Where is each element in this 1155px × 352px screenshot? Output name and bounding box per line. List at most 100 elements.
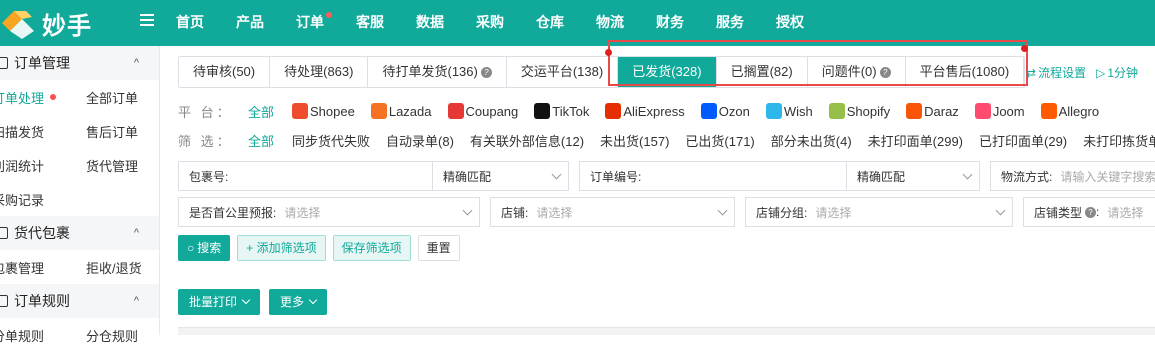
sidebar-item[interactable]: 订单处理 — [0, 88, 86, 107]
sidebar-item[interactable]: 售后订单 — [86, 122, 156, 141]
status-tab[interactable]: 待处理(863) — [270, 57, 369, 87]
bulk-print-button[interactable]: 批量打印 — [178, 289, 261, 315]
nav-item-label: 仓库 — [536, 14, 564, 30]
nav-item[interactable]: 客服 — [340, 0, 400, 46]
nav-item[interactable]: 产品 — [220, 0, 280, 46]
help-icon[interactable]: ? — [480, 67, 492, 78]
sidebar-item[interactable]: 采购记录 — [0, 190, 86, 209]
tab-links: ⇄ 流程设置 ▷ 1分钟 — [1016, 56, 1138, 88]
platform-option[interactable]: Shopee — [292, 103, 355, 119]
sidebar-item[interactable]: 分仓规则 — [86, 326, 156, 345]
reset-button[interactable]: 重置 — [417, 235, 460, 261]
sidebar-item[interactable]: 货代管理 — [86, 156, 156, 175]
platform-option-label: Coupang — [465, 103, 519, 119]
store-group-select[interactable]: 店铺分组: 请选择 — [745, 197, 1013, 227]
platform-filter-label: 平 台： — [178, 104, 233, 120]
menu-toggle-icon[interactable] — [140, 14, 154, 28]
platform-option[interactable]: Allegro — [1040, 103, 1100, 119]
platform-logo-icon — [370, 103, 387, 119]
annotation-dot — [605, 49, 612, 56]
sidebar-group[interactable]: 订单规则 ^ — [0, 284, 159, 318]
brand-logo[interactable]: 妙手 — [0, 4, 92, 42]
platform-option[interactable]: AliExpress — [605, 103, 685, 119]
platform-option-label: Shopee — [310, 103, 355, 119]
store-type-select[interactable]: 店铺类型?: 请选择 — [1023, 197, 1155, 227]
status-option[interactable]: 有关联外部信息(12) — [470, 131, 584, 150]
platform-logo-icon — [974, 103, 991, 119]
platform-option[interactable]: TikTok — [534, 103, 589, 119]
tab-label: 待审核(50) — [193, 64, 256, 79]
table-header — [178, 327, 1155, 335]
tab-label: 交运平台(138) — [520, 64, 604, 79]
sidebar-group[interactable]: 订单管理 ^ — [0, 46, 159, 80]
sidebar-item[interactable]: 拒收/退货 — [86, 258, 156, 277]
platform-option[interactable]: Shopify — [828, 103, 890, 119]
sidebar-item[interactable]: 扫描发货 — [0, 122, 86, 141]
status-option[interactable]: 部分未出货(4) — [771, 131, 852, 150]
platform-logo-icon — [534, 103, 551, 119]
status-tab[interactable]: 交运平台(138) — [506, 57, 619, 87]
status-tab[interactable]: 待审核(50) — [179, 57, 271, 87]
sidebar-group[interactable]: 货代包裹 ^ — [0, 216, 159, 250]
tab-label: 待处理(863) — [284, 64, 354, 79]
platform-logo-icon — [700, 103, 717, 119]
sidebar-item[interactable]: 分单规则 — [0, 326, 86, 345]
package-match-select[interactable]: 精确匹配 — [433, 161, 569, 191]
sidebar-item[interactable]: 利润统计 — [0, 156, 86, 175]
annotation-dot — [1021, 45, 1028, 52]
status-option[interactable]: 未打印拣货单 — [1083, 131, 1155, 150]
sidebar-group-title: 货代包裹 — [14, 225, 70, 241]
save-filter-button[interactable]: 保存筛选项 — [332, 235, 411, 261]
order-no-input[interactable]: 订单编号: — [579, 161, 847, 191]
bulk-actions: 批量打印 更多 — [178, 289, 328, 315]
status-option[interactable]: 同步货代失败 — [292, 131, 370, 150]
nav-item[interactable]: 订单 — [280, 0, 340, 46]
sidebar-item[interactable]: 全部订单 — [86, 88, 156, 107]
platform-logo-icon — [605, 103, 622, 119]
nav-item[interactable]: 仓库 — [520, 0, 580, 46]
platform-option-label: Ozon — [718, 103, 750, 119]
platform-option[interactable]: Ozon — [700, 103, 750, 119]
flow-settings-link[interactable]: ⇄ 流程设置 — [1026, 64, 1086, 81]
nav-item-label: 首页 — [176, 14, 204, 30]
status-option[interactable]: 未打印面单(299) — [868, 131, 963, 150]
sidebar-row: 扫描发货售后订单 — [0, 114, 159, 148]
more-button[interactable]: 更多 — [269, 289, 328, 315]
sidebar-item[interactable]: 包裹管理 — [0, 258, 86, 277]
package-no-input[interactable]: 包裹号: — [178, 161, 433, 191]
platform-option-label: Allegro — [1058, 103, 1100, 119]
status-option[interactable]: 自动录单(8) — [386, 131, 454, 150]
nav-item[interactable]: 数据 — [400, 0, 460, 46]
search-icon: ○ — [187, 241, 195, 255]
status-option[interactable]: 全部 — [248, 131, 274, 150]
search-button[interactable]: ○ 搜索 — [178, 235, 231, 261]
platform-option[interactable]: Daraz — [906, 103, 959, 119]
status-option[interactable]: 已打印面单(29) — [979, 131, 1067, 150]
platform-option-label: AliExpress — [623, 103, 685, 119]
status-option[interactable]: 未出货(157) — [600, 131, 669, 150]
first-mile-select[interactable]: 是否首公里预报: 请选择 — [178, 197, 480, 227]
platform-logo-icon — [765, 103, 782, 119]
store-select[interactable]: 店铺: 请选择 — [490, 197, 735, 227]
sidebar-group-title: 订单规则 — [14, 293, 70, 309]
tab-label: 待打单发货(136) — [382, 64, 478, 79]
nav-item-label: 订单 — [296, 14, 324, 30]
platform-option[interactable]: Joom — [974, 103, 1025, 119]
platform-option[interactable]: Coupang — [447, 103, 519, 119]
chevron-up-icon: ^ — [133, 227, 139, 239]
status-tab[interactable]: 待打单发货(136)? — [368, 57, 507, 87]
add-filter-button[interactable]: + 添加筛选项 — [237, 235, 326, 261]
shipping-method-input[interactable]: 物流方式: 请输入关键字搜索 — [990, 161, 1155, 191]
sidebar-row: 采购记录 — [0, 182, 159, 216]
platform-option[interactable]: Wish — [765, 103, 813, 119]
nav-item[interactable]: 采购 — [460, 0, 520, 46]
nav-item[interactable]: 首页 — [160, 0, 220, 46]
status-option[interactable]: 已出货(171) — [685, 131, 754, 150]
highlight-annotation — [605, 40, 1028, 86]
platform-option[interactable]: Lazada — [370, 103, 432, 119]
search-row-2: 是否首公里预报: 请选择 店铺: 请选择 店铺分组: 请选择 店铺类型?: 请选择 — [178, 197, 1155, 227]
one-minute-link[interactable]: ▷ 1分钟 — [1096, 64, 1138, 81]
platform-option[interactable]: 全部 — [248, 102, 274, 121]
nav-item-label: 客服 — [356, 14, 384, 30]
order-match-select[interactable]: 精确匹配 — [847, 161, 980, 191]
